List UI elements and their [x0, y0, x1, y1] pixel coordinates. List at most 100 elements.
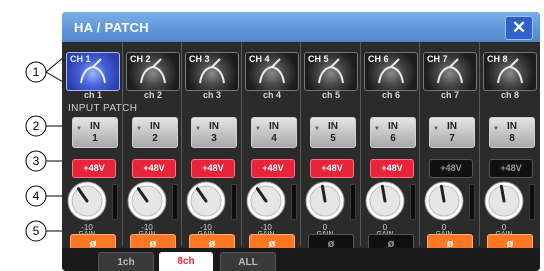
patch-number: 7 — [449, 133, 455, 144]
level-meter — [410, 184, 416, 220]
phantom-power-button[interactable]: +48V — [489, 159, 533, 178]
level-meter — [112, 184, 118, 220]
level-meter — [172, 184, 178, 220]
channel-sublabel: ch 1 — [83, 90, 102, 100]
input-patch-button[interactable]: ▼ IN 7 — [429, 117, 475, 148]
level-meter — [469, 184, 475, 220]
ha-patch-window: HA / PATCH ✕ INPUT PATCH CH 1 ch 1 ▼ IN … — [62, 12, 540, 271]
gain-knob[interactable] — [66, 180, 108, 222]
phantom-power-button[interactable]: +48V — [370, 159, 414, 178]
phantom-power-button[interactable]: +48V — [191, 159, 235, 178]
strip-separator — [181, 42, 182, 246]
patch-source: IN — [328, 121, 338, 132]
patch-source: IN — [90, 121, 100, 132]
channel-strip-4: CH 4 ch 4 ▼ IN 4 +48V -10 GAIN ø — [243, 42, 301, 254]
strip-separator — [479, 42, 480, 246]
channel-strip-7: CH 7 ch 7 ▼ IN 7 +48V 0 GAIN ø — [421, 42, 479, 254]
input-patch-button[interactable]: ▼ IN 1 — [72, 117, 118, 148]
channel-sublabel: ch 6 — [381, 90, 400, 100]
channel-select-button[interactable]: CH 7 — [423, 52, 477, 91]
channel-select-button[interactable]: CH 2 — [126, 52, 180, 91]
input-patch-button[interactable]: ▼ IN 3 — [191, 117, 237, 148]
phantom-power-button[interactable]: +48V — [310, 159, 354, 178]
gain-knob[interactable] — [304, 180, 346, 222]
patch-source: IN — [388, 121, 398, 132]
channel-strip-3: CH 3 ch 3 ▼ IN 3 +48V -10 GAIN ø — [183, 42, 241, 254]
gain-knob[interactable] — [185, 180, 227, 222]
channel-icon — [259, 58, 285, 84]
tab-bar: 1ch 8ch ALL — [62, 248, 540, 271]
gain-knob[interactable] — [483, 180, 525, 222]
channel-sublabel: ch 4 — [262, 90, 281, 100]
patch-source: IN — [507, 121, 517, 132]
channel-strip-8: CH 8 ch 8 ▼ IN 8 +48V 0 GAIN ø — [481, 42, 539, 254]
channel-select-button[interactable]: CH 8 — [483, 52, 537, 91]
level-meter — [231, 184, 237, 220]
phantom-power-button[interactable]: +48V — [251, 159, 295, 178]
channel-select-button[interactable]: CH 6 — [364, 52, 418, 91]
level-meter — [291, 184, 297, 220]
channel-icon — [437, 58, 463, 84]
level-meter — [350, 184, 356, 220]
channel-icon — [318, 58, 344, 84]
channel-sublabel: ch 5 — [321, 90, 340, 100]
channel-strip-5: CH 5 ch 5 ▼ IN 5 +48V 0 GAIN ø — [302, 42, 360, 254]
strip-separator — [419, 42, 420, 246]
channel-select-button[interactable]: CH 4 — [245, 52, 299, 91]
patch-number: 5 — [330, 133, 336, 144]
strip-separator — [300, 42, 301, 246]
patch-source: IN — [269, 121, 279, 132]
channel-sublabel: ch 3 — [202, 90, 221, 100]
strip-separator — [241, 42, 242, 246]
channel-strip-1: CH 1 ch 1 ▼ IN 1 +48V -10 GAIN ø — [64, 42, 122, 254]
channel-icon — [497, 58, 523, 84]
patch-source: IN — [447, 121, 457, 132]
channel-icon — [199, 58, 225, 84]
callout-2: 2 — [33, 119, 40, 133]
gain-knob[interactable] — [423, 180, 465, 222]
phantom-power-button[interactable]: +48V — [429, 159, 473, 178]
tab-all[interactable]: ALL — [220, 252, 276, 271]
input-patch-button[interactable]: ▼ IN 6 — [370, 117, 416, 148]
level-meter — [529, 184, 535, 220]
channel-sublabel: ch 7 — [440, 90, 459, 100]
strip-separator — [122, 42, 123, 246]
channel-icon — [378, 58, 404, 84]
callout-1: 1 — [33, 65, 40, 79]
close-button[interactable]: ✕ — [505, 16, 533, 40]
callout-5: 5 — [33, 224, 40, 238]
input-patch-button[interactable]: ▼ IN 2 — [132, 117, 178, 148]
channel-select-button[interactable]: CH 1 — [66, 52, 120, 91]
channel-sublabel: ch 8 — [500, 90, 519, 100]
tab-1ch[interactable]: 1ch — [98, 252, 154, 271]
phantom-power-button[interactable]: +48V — [132, 159, 176, 178]
patch-number: 6 — [390, 133, 396, 144]
tab-8ch[interactable]: 8ch — [159, 252, 213, 271]
patch-source: IN — [150, 121, 160, 132]
channel-icon — [80, 58, 106, 84]
gain-knob[interactable] — [245, 180, 287, 222]
channel-strip-6: CH 6 ch 6 ▼ IN 6 +48V 0 GAIN ø — [362, 42, 420, 254]
channel-select-button[interactable]: CH 3 — [185, 52, 239, 91]
input-patch-button[interactable]: ▼ IN 5 — [310, 117, 356, 148]
callout-3: 3 — [33, 154, 40, 168]
window-title: HA / PATCH — [74, 20, 149, 35]
channel-select-button[interactable]: CH 5 — [304, 52, 358, 91]
phantom-power-button[interactable]: +48V — [72, 159, 116, 178]
title-bar: HA / PATCH ✕ — [62, 12, 540, 42]
channel-sublabel: ch 2 — [143, 90, 162, 100]
patch-source: IN — [209, 121, 219, 132]
gain-knob[interactable] — [126, 180, 168, 222]
patch-number: 4 — [271, 133, 277, 144]
input-patch-button[interactable]: ▼ IN 8 — [489, 117, 535, 148]
channel-icon — [140, 58, 166, 84]
patch-number: 8 — [509, 133, 515, 144]
patch-number: 1 — [92, 133, 98, 144]
channel-strip-2: CH 2 ch 2 ▼ IN 2 +48V -10 GAIN ø — [124, 42, 182, 254]
callout-4: 4 — [33, 189, 40, 203]
input-patch-button[interactable]: ▼ IN 4 — [251, 117, 297, 148]
strip-separator — [360, 42, 361, 246]
patch-number: 3 — [211, 133, 217, 144]
patch-number: 2 — [152, 133, 158, 144]
gain-knob[interactable] — [364, 180, 406, 222]
